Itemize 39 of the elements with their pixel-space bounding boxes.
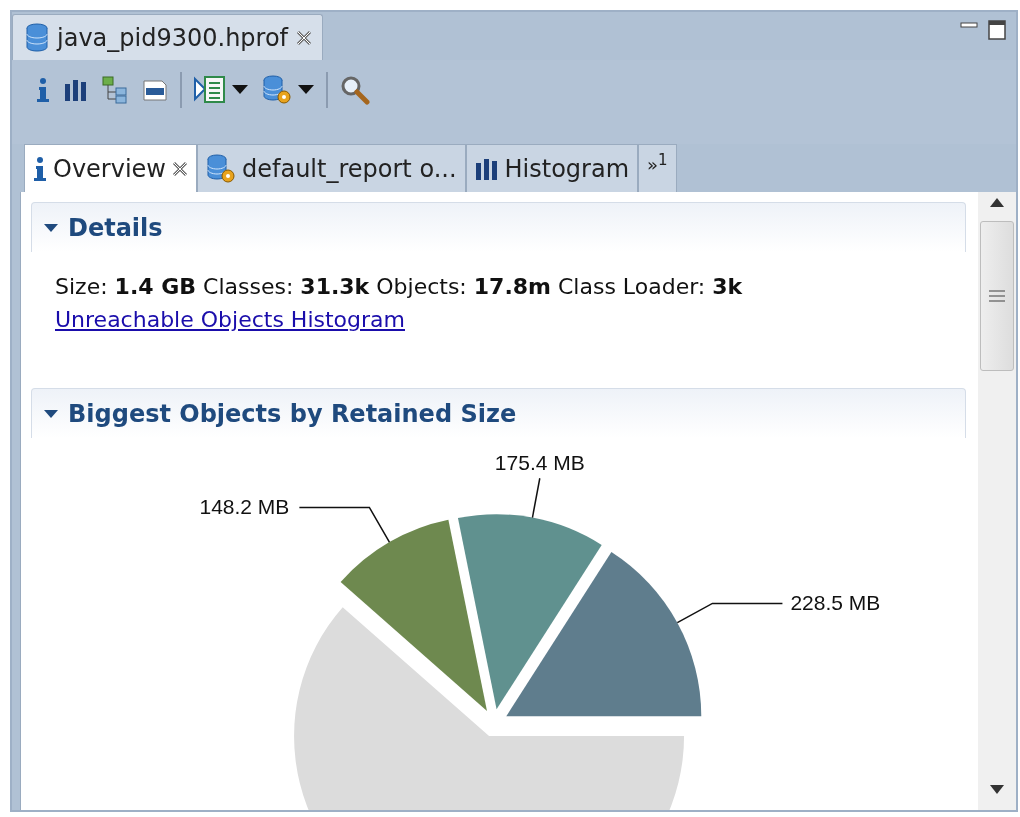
tab-label: java_pid9300.hprof bbox=[57, 22, 289, 54]
caret-icon bbox=[44, 222, 58, 233]
close-icon bbox=[172, 160, 188, 177]
scroll-thumb[interactable] bbox=[980, 221, 1014, 371]
tab[interactable]: Overview bbox=[24, 144, 197, 192]
document-icon bbox=[142, 78, 168, 102]
scroll-up-icon bbox=[990, 198, 1004, 207]
database-gear-icon bbox=[262, 75, 292, 105]
bar-chart-icon bbox=[64, 78, 88, 102]
tab[interactable]: Histogram bbox=[465, 144, 639, 192]
minimize-icon bbox=[960, 22, 978, 28]
database-gear-icon bbox=[206, 153, 236, 184]
value-label: 228.5 MB bbox=[790, 591, 881, 615]
toggle-button[interactable] bbox=[44, 222, 58, 233]
search-icon bbox=[340, 75, 370, 105]
scroll-down-icon bbox=[990, 785, 1004, 794]
section-title: Biggest Objects by Retained Size bbox=[68, 398, 517, 430]
close-button[interactable] bbox=[296, 29, 313, 46]
leader-line bbox=[531, 477, 541, 519]
editor-tab[interactable]: java_pid9300.hprof bbox=[12, 14, 324, 60]
tree-icon bbox=[102, 76, 128, 104]
tab[interactable]: default_report o... bbox=[197, 144, 466, 192]
grip-icon bbox=[989, 290, 1005, 302]
info-icon bbox=[33, 155, 47, 182]
info-icon bbox=[36, 77, 50, 103]
database-icon bbox=[25, 22, 49, 53]
close-icon bbox=[296, 29, 313, 46]
value-label: 175.4 MB bbox=[494, 451, 585, 475]
caret-icon bbox=[44, 408, 58, 419]
summary-text: Size: 1.4 GB Classes: 31.3k Objects: 17.8m Class Loader: 3k bbox=[55, 273, 744, 301]
maximize-button[interactable] bbox=[988, 20, 1006, 40]
histogram-link[interactable]: Unreachable Objects Histogram bbox=[55, 303, 405, 336]
toggle-button[interactable] bbox=[44, 408, 58, 419]
bar-chart-icon bbox=[474, 156, 499, 181]
list-icon bbox=[194, 75, 226, 105]
section-title: Details bbox=[68, 212, 163, 244]
value-label: 148.2 MB bbox=[199, 495, 290, 519]
maximize-icon bbox=[988, 20, 1006, 40]
close-button[interactable] bbox=[172, 160, 188, 177]
